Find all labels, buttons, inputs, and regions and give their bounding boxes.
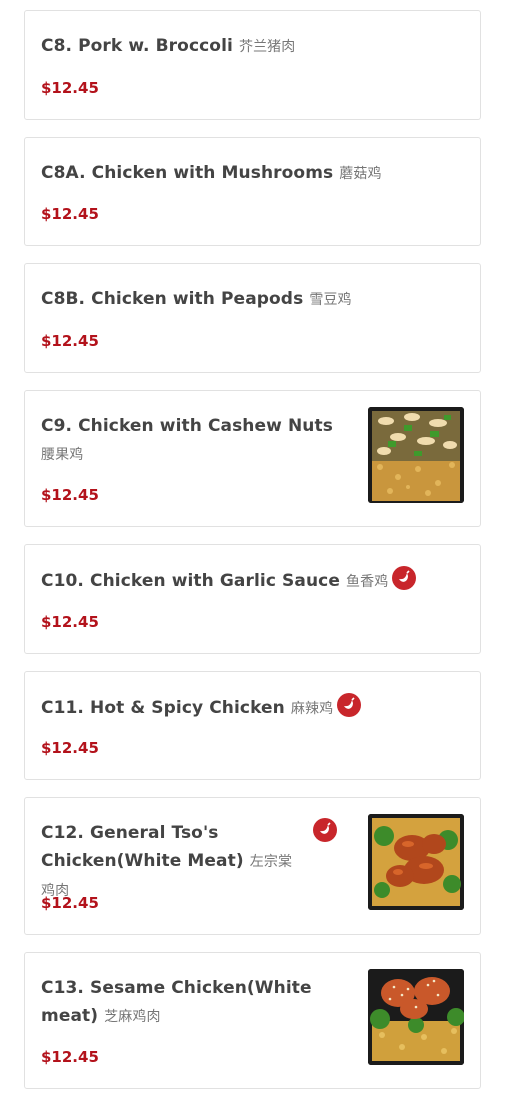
- item-photo[interactable]: [368, 969, 464, 1065]
- menu-item-card[interactable]: C9. Chicken with Cashew Nuts 腰果鸡 $12.45: [24, 390, 481, 527]
- item-price: $12.45: [41, 79, 99, 97]
- menu-item-card[interactable]: C13. Sesame Chicken(White meat) 芝麻鸡肉 $12…: [24, 952, 481, 1089]
- item-title: C11. Hot & Spicy Chicken 麻辣鸡: [41, 693, 362, 723]
- item-chinese-name: 雪豆鸡: [309, 292, 352, 308]
- menu-item-card[interactable]: C8B. Chicken with Peapods 雪豆鸡 $12.45: [24, 263, 481, 373]
- item-title: C8. Pork w. Broccoli 芥兰猪肉: [41, 36, 296, 56]
- item-title: C10. Chicken with Garlic Sauce 鱼香鸡: [41, 566, 417, 596]
- menu-item-list: C8. Pork w. Broccoli 芥兰猪肉 $12.45 C8A. Ch…: [0, 0, 510, 1101]
- item-price: $12.45: [41, 486, 99, 504]
- menu-item-card[interactable]: C12. General Tso's Chicken(White Meat) 左…: [24, 797, 481, 935]
- menu-item-card[interactable]: C8A. Chicken with Mushrooms 蘑菇鸡 $12.45: [24, 137, 481, 246]
- item-price: $12.45: [41, 613, 99, 631]
- item-chinese-name: 麻辣鸡: [290, 701, 334, 717]
- item-chinese-name: 腰果鸡: [41, 447, 84, 463]
- item-photo[interactable]: [368, 407, 464, 503]
- chili-pepper-icon: [392, 566, 417, 590]
- item-price: $12.45: [41, 1048, 99, 1066]
- chili-pepper-icon: [337, 693, 362, 717]
- item-title: C8B. Chicken with Peapods 雪豆鸡: [41, 289, 352, 309]
- item-title: C12. General Tso's Chicken(White Meat) 左…: [41, 823, 293, 899]
- menu-item-card[interactable]: C11. Hot & Spicy Chicken 麻辣鸡 $12.45: [24, 671, 481, 780]
- menu-item-card[interactable]: C10. Chicken with Garlic Sauce 鱼香鸡 $12.4…: [24, 544, 481, 654]
- item-price: $12.45: [41, 205, 99, 223]
- item-title: C13. Sesame Chicken(White meat) 芝麻鸡肉: [41, 978, 312, 1026]
- item-title: C9. Chicken with Cashew Nuts 腰果鸡: [41, 416, 333, 463]
- item-title: C8A. Chicken with Mushrooms 蘑菇鸡: [41, 163, 382, 183]
- item-price: $12.45: [41, 894, 99, 912]
- menu-item-card[interactable]: C8. Pork w. Broccoli 芥兰猪肉 $12.45: [24, 10, 481, 120]
- item-chinese-name: 鱼香鸡: [346, 574, 389, 590]
- item-chinese-name: 芝麻鸡肉: [104, 1009, 161, 1025]
- item-chinese-name: 蘑菇鸡: [339, 166, 382, 182]
- item-price: $12.45: [41, 739, 99, 757]
- item-chinese-name: 芥兰猪肉: [238, 39, 296, 55]
- item-photo[interactable]: [368, 814, 464, 910]
- item-price: $12.45: [41, 332, 99, 350]
- chili-pepper-icon: [313, 818, 337, 842]
